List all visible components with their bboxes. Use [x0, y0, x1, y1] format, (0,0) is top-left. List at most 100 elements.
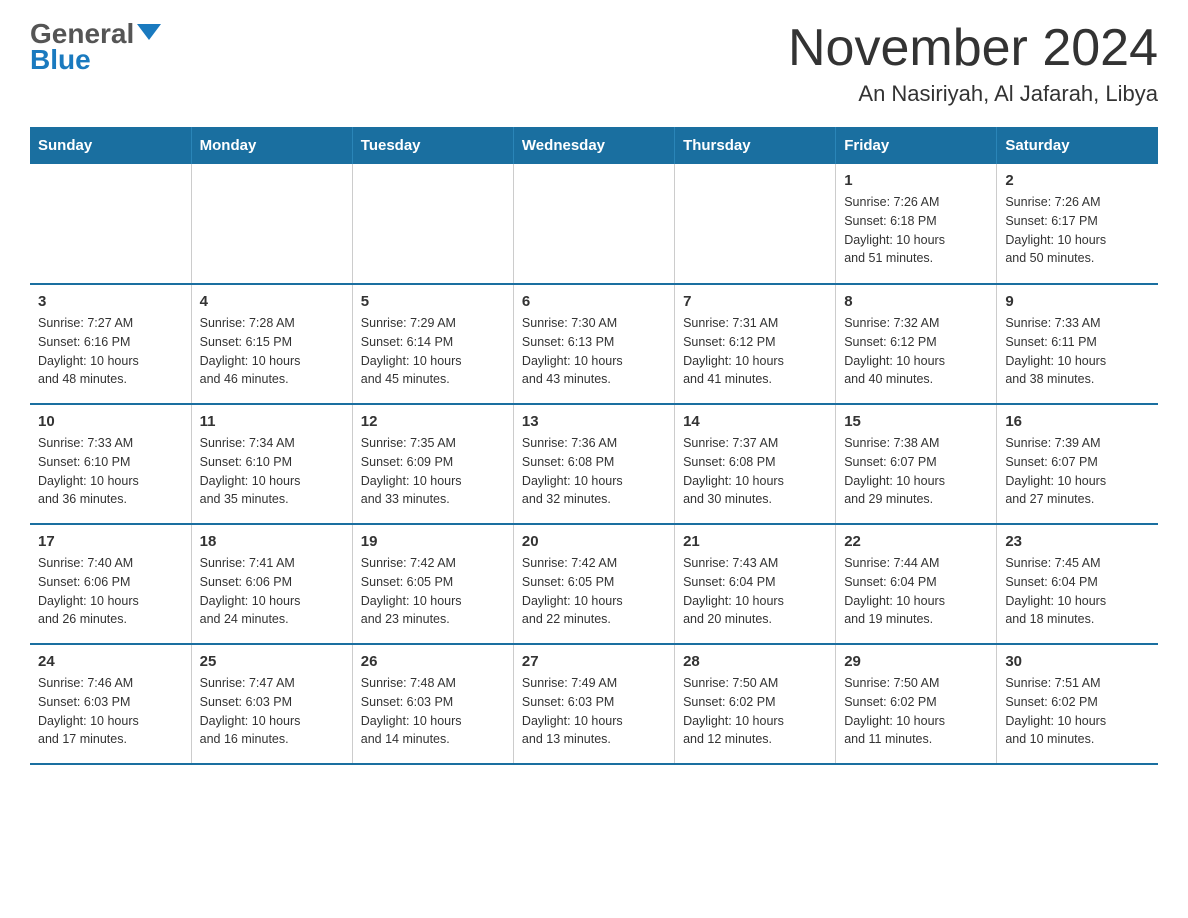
day-info: Sunrise: 7:28 AM Sunset: 6:15 PM Dayligh… [200, 314, 344, 389]
day-info: Sunrise: 7:48 AM Sunset: 6:03 PM Dayligh… [361, 674, 505, 749]
calendar-table: Sunday Monday Tuesday Wednesday Thursday… [30, 127, 1158, 765]
day-number: 26 [361, 653, 505, 670]
calendar-cell: 28Sunrise: 7:50 AM Sunset: 6:02 PM Dayli… [675, 644, 836, 764]
calendar-cell: 12 Sunrise: 7:35 AM Sunset: 6:09 PM Dayli… [352, 404, 513, 524]
day-info: Sunrise: 7:26 AM Sunset: 6:18 PM Dayligh… [844, 193, 988, 268]
calendar-header: Sunday Monday Tuesday Wednesday Thursday… [30, 127, 1158, 164]
day-info: Sunrise: 7:50 AM Sunset: 6:02 PM Dayligh… [683, 674, 827, 749]
header-monday: Monday [191, 127, 352, 164]
day-number: 25 [200, 653, 344, 670]
calendar-cell: 2Sunrise: 7:26 AM Sunset: 6:17 PM Daylig… [997, 164, 1158, 284]
day-number: 22 [844, 533, 988, 550]
day-number: 13 [522, 413, 666, 430]
header-thursday: Thursday [675, 127, 836, 164]
day-number: 16 [1005, 413, 1150, 430]
day-number: 18 [200, 533, 344, 550]
day-number: 19 [361, 533, 505, 550]
day-info: Sunrise: 7:45 AM Sunset: 6:04 PM Dayligh… [1005, 554, 1150, 629]
logo-line2: Blue [30, 46, 161, 74]
header-friday: Friday [836, 127, 997, 164]
calendar-subtitle: An Nasiriyah, Al Jafarah, Libya [788, 81, 1158, 107]
day-number: 14 [683, 413, 827, 430]
day-info: Sunrise: 7:42 AM Sunset: 6:05 PM Dayligh… [361, 554, 505, 629]
day-info: Sunrise: 7:33 AM Sunset: 6:11 PM Dayligh… [1005, 314, 1150, 389]
day-info: Sunrise: 7:38 AM Sunset: 6:07 PM Dayligh… [844, 434, 988, 509]
calendar-cell: 24Sunrise: 7:46 AM Sunset: 6:03 PM Dayli… [30, 644, 191, 764]
day-info: Sunrise: 7:29 AM Sunset: 6:14 PM Dayligh… [361, 314, 505, 389]
day-info: Sunrise: 7:36 AM Sunset: 6:08 PM Dayligh… [522, 434, 666, 509]
day-number: 11 [200, 413, 344, 430]
calendar-cell: 5 Sunrise: 7:29 AM Sunset: 6:14 PM Daylig… [352, 284, 513, 404]
day-number: 3 [38, 293, 183, 310]
calendar-title: November 2024 [788, 20, 1158, 77]
calendar-cell: 19 Sunrise: 7:42 AM Sunset: 6:05 PM Dayli… [352, 524, 513, 644]
day-number: 8 [844, 293, 988, 310]
calendar-cell [30, 164, 191, 284]
day-number: 15 [844, 413, 988, 430]
day-number: 1 [844, 172, 988, 189]
calendar-cell [352, 164, 513, 284]
calendar-cell: 8 Sunrise: 7:32 AM Sunset: 6:12 PM Daylig… [836, 284, 997, 404]
day-info: Sunrise: 7:49 AM Sunset: 6:03 PM Dayligh… [522, 674, 666, 749]
calendar-cell: 10 Sunrise: 7:33 AM Sunset: 6:10 PM Dayli… [30, 404, 191, 524]
calendar-body: 1 Sunrise: 7:26 AM Sunset: 6:18 PM Daylig… [30, 164, 1158, 764]
calendar-cell: 16 Sunrise: 7:39 AM Sunset: 6:07 PM Dayli… [997, 404, 1158, 524]
calendar-cell: 25 Sunrise: 7:47 AM Sunset: 6:03 PM Dayli… [191, 644, 352, 764]
day-info: Sunrise: 7:33 AM Sunset: 6:10 PM Dayligh… [38, 434, 183, 509]
page-header: General Blue November 2024 An Nasiriyah,… [30, 20, 1158, 107]
calendar-cell: 7 Sunrise: 7:31 AM Sunset: 6:12 PM Daylig… [675, 284, 836, 404]
calendar-cell [191, 164, 352, 284]
day-number: 6 [522, 293, 666, 310]
calendar-cell: 13 Sunrise: 7:36 AM Sunset: 6:08 PM Dayli… [513, 404, 674, 524]
day-number: 10 [38, 413, 183, 430]
day-info: Sunrise: 7:50 AM Sunset: 6:02 PM Dayligh… [844, 674, 988, 749]
calendar-cell: 11 Sunrise: 7:34 AM Sunset: 6:10 PM Dayli… [191, 404, 352, 524]
weekday-header-row: Sunday Monday Tuesday Wednesday Thursday… [30, 127, 1158, 164]
day-info: Sunrise: 7:34 AM Sunset: 6:10 PM Dayligh… [200, 434, 344, 509]
calendar-cell: 4 Sunrise: 7:28 AM Sunset: 6:15 PM Daylig… [191, 284, 352, 404]
day-number: 29 [844, 653, 988, 670]
day-info: Sunrise: 7:39 AM Sunset: 6:07 PM Dayligh… [1005, 434, 1150, 509]
calendar-cell: 17 Sunrise: 7:40 AM Sunset: 6:06 PM Dayli… [30, 524, 191, 644]
calendar-cell: 6 Sunrise: 7:30 AM Sunset: 6:13 PM Daylig… [513, 284, 674, 404]
day-info: Sunrise: 7:35 AM Sunset: 6:09 PM Dayligh… [361, 434, 505, 509]
week-row-2: 3 Sunrise: 7:27 AM Sunset: 6:16 PM Daylig… [30, 284, 1158, 404]
calendar-cell: 29 Sunrise: 7:50 AM Sunset: 6:02 PM Dayli… [836, 644, 997, 764]
day-number: 30 [1005, 653, 1150, 670]
day-info: Sunrise: 7:42 AM Sunset: 6:05 PM Dayligh… [522, 554, 666, 629]
header-tuesday: Tuesday [352, 127, 513, 164]
header-sunday: Sunday [30, 127, 191, 164]
day-number: 4 [200, 293, 344, 310]
day-number: 23 [1005, 533, 1150, 550]
calendar-cell: 3 Sunrise: 7:27 AM Sunset: 6:16 PM Daylig… [30, 284, 191, 404]
day-info: Sunrise: 7:26 AM Sunset: 6:17 PM Dayligh… [1005, 193, 1150, 268]
calendar-cell: 14Sunrise: 7:37 AM Sunset: 6:08 PM Dayli… [675, 404, 836, 524]
day-info: Sunrise: 7:30 AM Sunset: 6:13 PM Dayligh… [522, 314, 666, 389]
day-number: 20 [522, 533, 666, 550]
calendar-cell [675, 164, 836, 284]
day-info: Sunrise: 7:31 AM Sunset: 6:12 PM Dayligh… [683, 314, 827, 389]
calendar-cell: 22 Sunrise: 7:44 AM Sunset: 6:04 PM Dayli… [836, 524, 997, 644]
day-info: Sunrise: 7:27 AM Sunset: 6:16 PM Dayligh… [38, 314, 183, 389]
week-row-4: 17 Sunrise: 7:40 AM Sunset: 6:06 PM Dayli… [30, 524, 1158, 644]
calendar-cell: 9 Sunrise: 7:33 AM Sunset: 6:11 PM Daylig… [997, 284, 1158, 404]
day-number: 5 [361, 293, 505, 310]
day-info: Sunrise: 7:32 AM Sunset: 6:12 PM Dayligh… [844, 314, 988, 389]
day-info: Sunrise: 7:43 AM Sunset: 6:04 PM Dayligh… [683, 554, 827, 629]
day-number: 9 [1005, 293, 1150, 310]
day-info: Sunrise: 7:51 AM Sunset: 6:02 PM Dayligh… [1005, 674, 1150, 749]
day-number: 12 [361, 413, 505, 430]
header-saturday: Saturday [997, 127, 1158, 164]
day-info: Sunrise: 7:44 AM Sunset: 6:04 PM Dayligh… [844, 554, 988, 629]
calendar-cell: 23 Sunrise: 7:45 AM Sunset: 6:04 PM Dayli… [997, 524, 1158, 644]
day-info: Sunrise: 7:40 AM Sunset: 6:06 PM Dayligh… [38, 554, 183, 629]
calendar-cell: 20 Sunrise: 7:42 AM Sunset: 6:05 PM Dayli… [513, 524, 674, 644]
calendar-cell: 27 Sunrise: 7:49 AM Sunset: 6:03 PM Dayli… [513, 644, 674, 764]
day-number: 17 [38, 533, 183, 550]
calendar-cell: 15 Sunrise: 7:38 AM Sunset: 6:07 PM Dayli… [836, 404, 997, 524]
day-number: 27 [522, 653, 666, 670]
day-number: 7 [683, 293, 827, 310]
header-wednesday: Wednesday [513, 127, 674, 164]
day-info: Sunrise: 7:47 AM Sunset: 6:03 PM Dayligh… [200, 674, 344, 749]
calendar-cell [513, 164, 674, 284]
